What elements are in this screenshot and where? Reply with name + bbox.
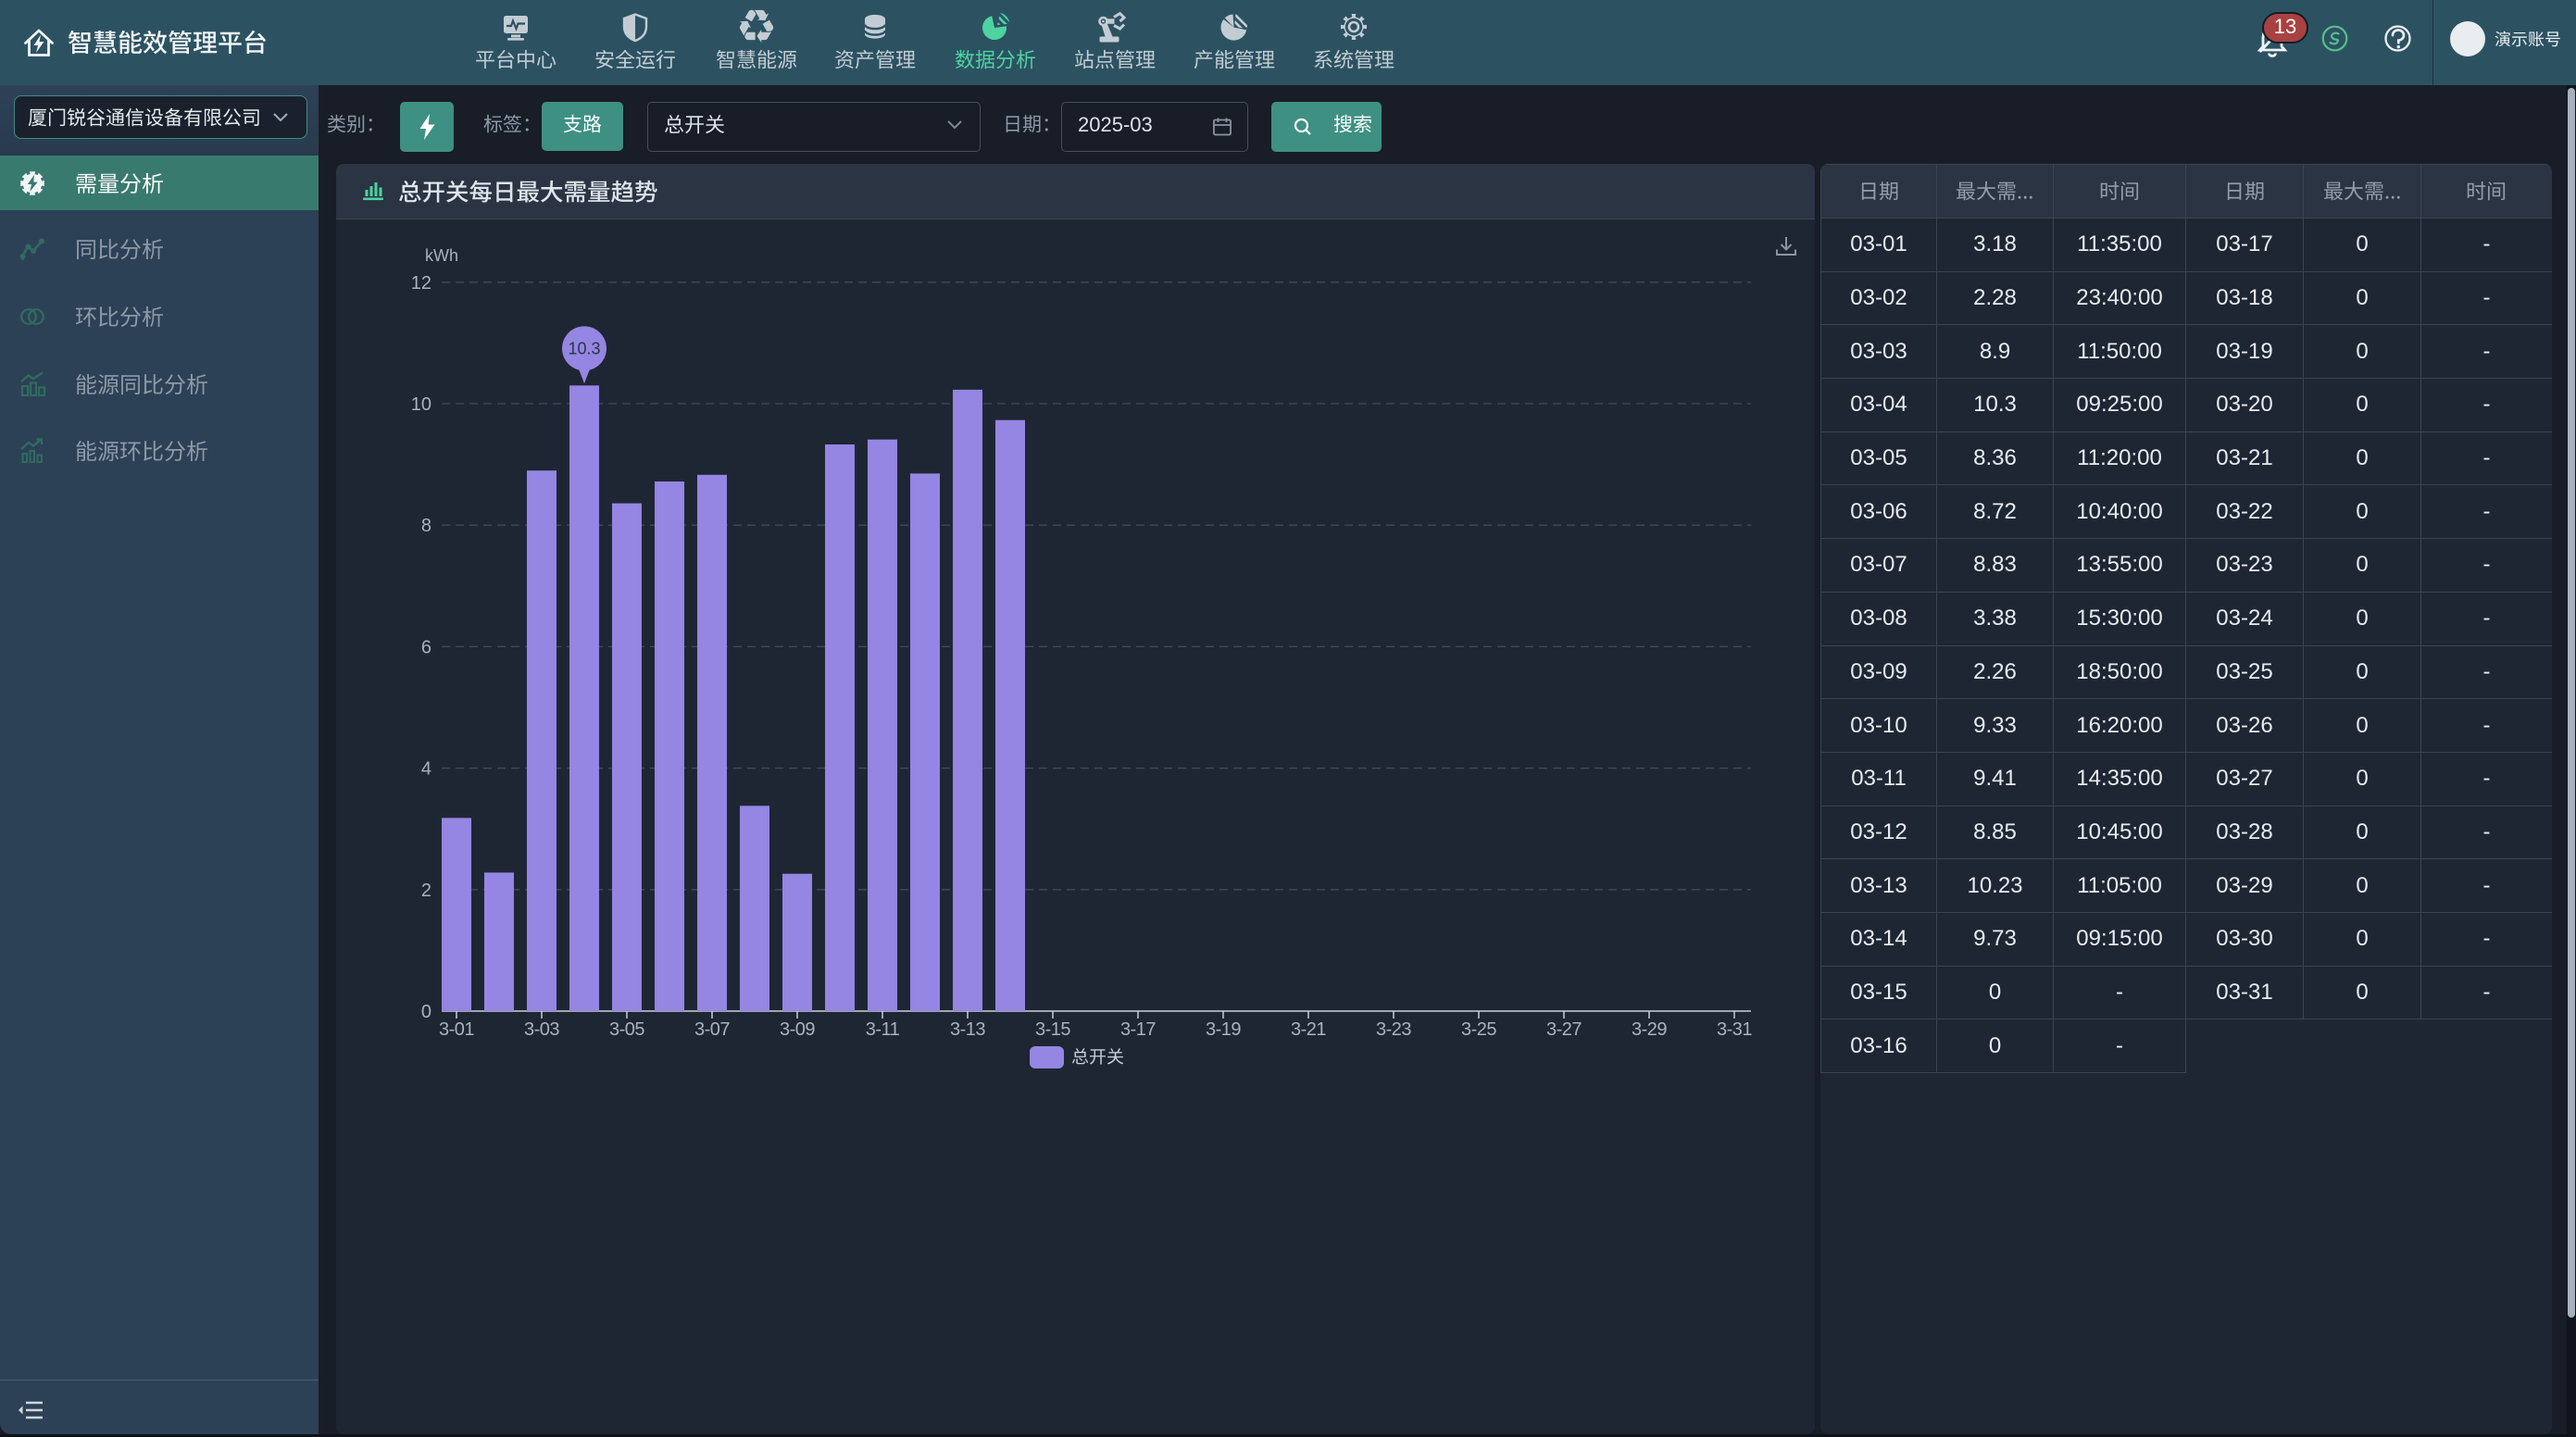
svg-text:3-03: 3-03 [524, 1019, 559, 1040]
svg-text:3-27: 3-27 [1546, 1019, 1582, 1040]
svg-text:3-31: 3-31 [1717, 1019, 1752, 1040]
svg-text:3-01: 3-01 [439, 1019, 474, 1040]
svg-text:3-19: 3-19 [1206, 1019, 1241, 1040]
svg-text:8: 8 [421, 516, 431, 536]
svg-text:10.3: 10.3 [568, 339, 600, 357]
svg-text:12: 12 [411, 273, 431, 294]
svg-text:10: 10 [411, 394, 431, 415]
svg-text:3-29: 3-29 [1632, 1019, 1667, 1040]
svg-text:2: 2 [421, 881, 431, 901]
svg-text:6: 6 [421, 637, 431, 657]
svg-text:3-07: 3-07 [694, 1019, 730, 1040]
svg-text:3-09: 3-09 [780, 1019, 815, 1040]
svg-text:3-21: 3-21 [1291, 1019, 1326, 1040]
svg-text:3-15: 3-15 [1035, 1019, 1070, 1040]
svg-text:3-05: 3-05 [609, 1019, 644, 1040]
svg-text:3-13: 3-13 [950, 1019, 985, 1040]
svg-text:3-23: 3-23 [1376, 1019, 1411, 1040]
svg-text:3-17: 3-17 [1120, 1019, 1156, 1040]
svg-text:3-25: 3-25 [1461, 1019, 1496, 1040]
svg-text:4: 4 [421, 759, 431, 780]
svg-text:0: 0 [421, 1002, 431, 1022]
svg-text:3-11: 3-11 [866, 1019, 900, 1040]
svg-text:kWh: kWh [425, 246, 458, 265]
